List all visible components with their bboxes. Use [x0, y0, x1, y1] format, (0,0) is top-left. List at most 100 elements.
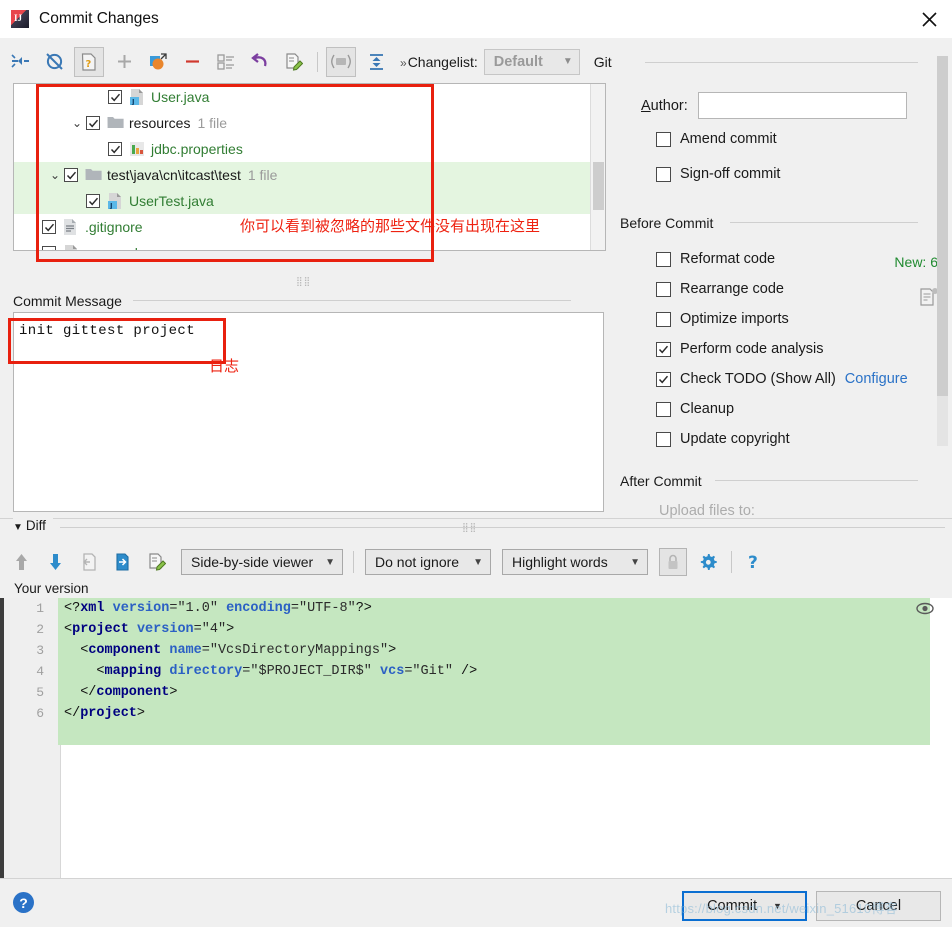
watermark-text: https://blog.csdn.net/weixin_51610博客	[665, 901, 898, 916]
close-icon[interactable]	[916, 7, 942, 31]
tree-row[interactable]: ⌄ test\java\cn\itcast\test 1 file	[14, 162, 605, 188]
edit-source-icon[interactable]	[280, 48, 308, 76]
chevron-right-icon: »	[400, 55, 407, 70]
changelist-select[interactable]: Default ▼	[483, 48, 580, 75]
tree-spacer: ·	[68, 194, 86, 208]
chevron-down-icon[interactable]: ⌄	[46, 168, 64, 182]
show-ignored-icon[interactable]	[326, 46, 356, 77]
line-content	[58, 724, 930, 745]
title-bar: IJ Commit Changes	[0, 0, 952, 39]
remove-icon[interactable]	[178, 48, 206, 76]
option-amend-commit[interactable]: Amend commit	[656, 131, 777, 147]
tree-row[interactable]: · J User.java	[14, 84, 605, 110]
changelist-value: Default	[493, 53, 543, 70]
checkbox[interactable]	[656, 311, 671, 327]
revert-icon[interactable]	[246, 48, 274, 76]
tree-row-name: User.java	[151, 89, 210, 105]
question-mark-icon[interactable]: ?	[740, 549, 766, 575]
tree-row-checkbox[interactable]	[42, 220, 56, 234]
whitespace-mode-value: Do not ignore	[375, 554, 460, 570]
tree-spacer: ·	[24, 220, 42, 234]
tree-scrollbar[interactable]	[590, 84, 605, 250]
intellij-idea-icon: IJ	[11, 10, 29, 28]
eye-icon[interactable]	[916, 602, 934, 615]
option-cleanup[interactable]: Cleanup	[656, 401, 734, 417]
configure-link[interactable]: Configure	[845, 371, 908, 387]
author-field[interactable]	[697, 92, 907, 119]
whitespace-mode-select[interactable]: Do not ignore ▼	[365, 549, 491, 575]
highlight-mode-value: Highlight words	[512, 554, 608, 570]
commit-message-input[interactable]	[13, 312, 604, 512]
lock-icon[interactable]	[659, 548, 687, 576]
tree-row-checkbox[interactable]	[64, 168, 78, 182]
tree-row-name: UserTest.java	[129, 193, 214, 209]
splitter-grip-top[interactable]: ⣿⣿	[296, 276, 311, 287]
tree-row[interactable]: · <> pom.xml	[14, 240, 605, 250]
collapse-all-icon[interactable]	[6, 48, 34, 76]
move-to-changelist-icon[interactable]	[144, 48, 172, 76]
diff-pane-label: Your version	[14, 581, 89, 596]
chevron-down-icon: ▼	[325, 556, 335, 568]
gear-icon[interactable]	[695, 549, 721, 575]
folder-icon	[107, 115, 124, 131]
tree-row[interactable]: · jdbc.properties	[14, 136, 605, 162]
after-commit-label: After Commit	[620, 473, 708, 489]
tree-row-checkbox[interactable]	[86, 116, 100, 130]
checkbox-label: Reformat code	[680, 251, 776, 267]
checkbox[interactable]	[656, 131, 671, 147]
help-icon[interactable]: ?	[13, 892, 34, 913]
tree-row-meta: 1 file	[197, 115, 228, 131]
checkbox[interactable]	[656, 251, 671, 267]
checkbox-label: Optimize imports	[680, 311, 789, 327]
highlight-mode-select[interactable]: Highlight words ▼	[502, 549, 648, 575]
edit-source-icon[interactable]	[144, 549, 170, 575]
diff-section-header[interactable]: ▼ Diff	[13, 518, 53, 533]
option-update-copyright[interactable]: Update copyright	[656, 431, 790, 447]
options-scrollbar[interactable]	[937, 56, 948, 446]
commit-message-label: Commit Message	[13, 293, 128, 309]
checkbox[interactable]	[656, 166, 671, 182]
add-icon[interactable]	[110, 48, 138, 76]
option-sign-off-commit[interactable]: Sign-off commit	[656, 166, 780, 182]
checkbox[interactable]	[656, 401, 671, 417]
next-difference-icon[interactable]	[42, 549, 68, 575]
option-check-todo-show-all[interactable]: Check TODO (Show All) Configure	[656, 371, 908, 387]
tree-row-checkbox[interactable]	[42, 246, 56, 250]
checkbox[interactable]	[656, 281, 671, 297]
code-line: 1 <? xml version ="1.0" encoding ="UTF-8" ?>	[0, 598, 930, 619]
diff-code-pane[interactable]: 1 <? xml version ="1.0" encoding ="UTF-8" ?> 2…	[0, 598, 952, 878]
triangle-down-icon: ▼	[13, 522, 23, 533]
svg-text:J: J	[131, 98, 135, 105]
viewer-mode-select[interactable]: Side-by-side viewer ▼	[181, 549, 343, 575]
checkbox[interactable]	[656, 341, 671, 357]
tree-row-name: jdbc.properties	[151, 141, 243, 157]
line-number: 3	[36, 643, 44, 658]
tree-row-checkbox[interactable]	[108, 142, 122, 156]
checkbox[interactable]	[656, 371, 671, 387]
show-diff-icon[interactable]: ?	[74, 46, 104, 77]
accept-left-icon[interactable]	[76, 549, 102, 575]
chevron-down-icon[interactable]: ⌄	[68, 116, 86, 130]
splitter-grip-diff[interactable]: ⣿⣿	[462, 522, 477, 533]
tree-row-name: pom.xml	[85, 245, 138, 250]
previous-difference-icon[interactable]	[8, 549, 34, 575]
tree-row-checkbox[interactable]	[108, 90, 122, 104]
tree-row[interactable]: · J UserTest.java	[14, 188, 605, 214]
checkbox-label: Amend commit	[680, 131, 777, 147]
option-rearrange-code[interactable]: Rearrange code	[656, 281, 784, 297]
option-perform-code-analysis[interactable]: Perform code analysis	[656, 341, 823, 357]
tree-row-checkbox[interactable]	[86, 194, 100, 208]
refresh-changes-icon[interactable]	[40, 48, 68, 76]
tree-spacer: ·	[90, 142, 108, 156]
tree-row[interactable]: ⌄ resources 1 file	[14, 110, 605, 136]
expand-collapse-icon[interactable]	[362, 48, 390, 76]
checkbox-label: Sign-off commit	[680, 166, 781, 182]
code-line-blank	[0, 724, 930, 745]
option-reformat-code[interactable]: Reformat code	[656, 251, 775, 267]
diff-rule	[60, 527, 945, 528]
option-optimize-imports[interactable]: Optimize imports	[656, 311, 789, 327]
checkbox[interactable]	[656, 431, 671, 447]
line-content: < project version ="4" >	[58, 619, 930, 640]
group-by-icon[interactable]	[212, 48, 240, 76]
accept-right-icon[interactable]	[110, 549, 136, 575]
